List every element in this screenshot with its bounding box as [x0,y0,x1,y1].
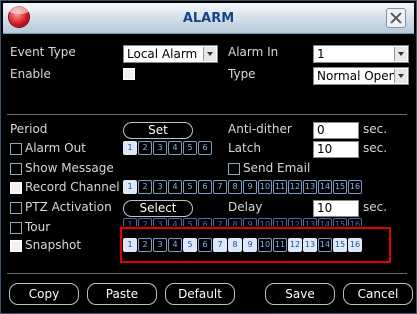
record-channel-channel-3[interactable]: 3 [153,180,167,194]
delay-unit: sec. [363,200,388,214]
type-value: Normal Open [317,69,397,83]
ptz-select-button[interactable]: Select [123,200,193,217]
tour-checkbox[interactable] [10,222,22,234]
record-channel-channel-7[interactable]: 7 [213,180,227,194]
anti-dither-label: Anti-dither [228,122,292,136]
record-channel-channel-4[interactable]: 4 [168,180,182,194]
divider [7,114,407,115]
snapshot-label: Snapshot [25,238,82,252]
alarm-in-value: 1 [317,47,325,61]
title-bar: ALARM [3,3,414,34]
ptz-activation-checkbox[interactable] [10,202,22,214]
tour-channel-14[interactable]: 14 [318,218,332,226]
copy-button[interactable]: Copy [9,283,79,305]
alarm-out-channel-5[interactable]: 5 [183,141,197,155]
record-channel-channel-10[interactable]: 10 [258,180,272,194]
tour-channel-11[interactable]: 11 [273,218,287,226]
tour-channel-10[interactable]: 10 [258,218,272,226]
alarm-out-channel-1[interactable]: 1 [123,141,137,155]
tour-channel-8[interactable]: 8 [228,218,242,226]
send-email-checkbox[interactable] [228,163,240,175]
window-title: ALARM [182,11,235,26]
tour-channel-12[interactable]: 12 [288,218,302,226]
snapshot-checkbox[interactable] [10,240,22,252]
show-message-checkbox[interactable] [10,163,22,175]
record-channel-channel-6[interactable]: 6 [198,180,212,194]
event-type-value: Local Alarm [127,47,198,61]
tour-channel-16[interactable]: 16 [348,218,362,226]
anti-dither-unit: sec. [363,122,388,136]
tour-channel-9[interactable]: 9 [243,218,257,226]
record-channel-channel-1[interactable]: 1 [123,180,137,194]
chevron-down-icon [394,69,407,83]
latch-unit: sec. [363,141,388,155]
default-button[interactable]: Default [165,283,235,305]
tour-channel-4[interactable]: 4 [168,218,182,226]
alarm-window: ALARM Event Type Local Alarm Alarm In 1 … [0,0,417,314]
alarm-out-channels: 123456 [123,141,212,155]
alarm-out-channel-2[interactable]: 2 [138,141,152,155]
tour-channel-5[interactable]: 5 [183,218,197,226]
record-channel-channel-15[interactable]: 15 [333,180,347,194]
tour-channel-7[interactable]: 7 [213,218,227,226]
delay-label: Delay [228,200,263,214]
tour-channel-6[interactable]: 6 [198,218,212,226]
enable-label: Enable [10,67,51,81]
tour-channel-1[interactable]: 1 [123,218,137,226]
show-message-label: Show Message [25,161,114,175]
tour-channel-2[interactable]: 2 [138,218,152,226]
record-channel-channel-9[interactable]: 9 [243,180,257,194]
cancel-button[interactable]: Cancel [343,283,413,305]
chevron-down-icon [394,47,407,61]
alarm-out-checkbox[interactable] [10,143,22,155]
record-channel-channel-13[interactable]: 13 [303,180,317,194]
delay-input[interactable]: 10 [313,200,359,217]
divider [7,273,407,274]
highlight-box [120,227,391,263]
alarm-in-label: Alarm In [228,45,279,59]
tour-channel-3[interactable]: 3 [153,218,167,226]
tour-channels: 1 2 3 4 5 6 7 8 9 10 11 12 13 14 15 16 [123,218,362,226]
enable-checkbox[interactable] [123,68,135,80]
anti-dither-input[interactable]: 0 [313,122,359,139]
latch-input[interactable]: 10 [313,141,359,158]
record-channel-checkbox[interactable] [10,182,22,194]
record-channel-label: Record Channel [25,180,120,194]
save-button[interactable]: Save [265,283,335,305]
ptz-activation-label: PTZ Activation [25,200,112,214]
close-icon[interactable] [386,8,406,28]
type-select[interactable]: Normal Open [313,67,409,85]
alarm-out-label: Alarm Out [25,141,86,155]
tour-label: Tour [25,220,51,234]
event-type-select[interactable]: Local Alarm [123,45,218,63]
alarm-out-channel-4[interactable]: 4 [168,141,182,155]
alarm-out-channel-3[interactable]: 3 [153,141,167,155]
latch-label: Latch [228,141,261,155]
chevron-down-icon [203,47,216,61]
record-channel-channel-11[interactable]: 11 [273,180,287,194]
alarm-out-channel-6[interactable]: 6 [198,141,212,155]
record-channels: 1 2 3 4 5 6 7 8 9 10 11 12 13 14 15 16 [123,180,362,194]
type-label: Type [228,67,256,81]
period-label: Period [10,122,48,136]
record-channel-channel-5[interactable]: 5 [183,180,197,194]
record-channel-channel-14[interactable]: 14 [318,180,332,194]
record-channel-channel-2[interactable]: 2 [138,180,152,194]
record-channel-channel-8[interactable]: 8 [228,180,242,194]
period-set-button[interactable]: Set [123,122,193,139]
record-channel-channel-12[interactable]: 12 [288,180,302,194]
event-type-label: Event Type [10,45,76,59]
paste-button[interactable]: Paste [87,283,157,305]
alarm-in-select[interactable]: 1 [313,45,409,63]
send-email-label: Send Email [243,161,311,175]
tour-channel-13[interactable]: 13 [303,218,317,226]
tour-channel-15[interactable]: 15 [333,218,347,226]
record-channel-channel-16[interactable]: 16 [348,180,362,194]
